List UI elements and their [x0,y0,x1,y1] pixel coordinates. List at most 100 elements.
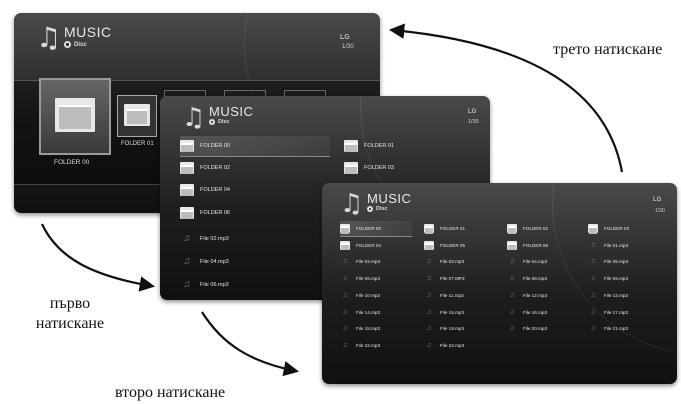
music-file-icon: ♫ [426,308,432,316]
selected-folder-tile[interactable] [39,78,111,155]
file-list-item[interactable]: ♫ File 02.mp3 [340,254,412,269]
folder-list-item[interactable]: FOLDER 03 [344,158,464,178]
page-counter: 1/30 [342,44,354,50]
item-label: FOLDER 06 [523,242,549,248]
file-list-item[interactable]: ♫ File 06.mp3 [180,275,330,295]
folder-list-item[interactable]: FOLDER 00 [340,221,412,237]
folder-icon [180,140,194,153]
item-label: File 01.mp3 [604,242,629,248]
folder-list-item[interactable]: FOLDER 04 [340,238,412,253]
file-list-item[interactable]: ♫ File 17.mp3 [588,305,660,320]
music-file-icon: ♫ [509,308,515,316]
screen-title: MUSIC [367,191,412,206]
file-list-item[interactable]: ♫ File 14.mp3 [340,305,412,320]
folder-icon [124,104,150,126]
item-label: File 04.mp3 [523,259,548,265]
music-file-icon: ♫ [509,325,515,333]
folder-icon [507,240,517,251]
file-list-item[interactable]: ♫ File 18.mp3 [340,321,412,336]
folder-list-item[interactable]: FOLDER 01 [344,136,464,156]
item-label: FOLDER 04 [356,242,382,248]
file-list-item[interactable]: ♫ File 16.mp3 [507,305,579,320]
folder-icon [340,224,350,234]
source-indicator: Disc [367,206,388,212]
music-file-icon: ♫ [509,258,515,266]
file-list-item[interactable]: ♫ File 22.mp3 [340,338,412,353]
item-label: FOLDER 02 [200,165,230,171]
disc-icon [64,41,71,48]
item-label: File 03.mp3 [440,259,465,265]
music-file-icon: ♫ [426,275,432,283]
screen-title: MUSIC [64,24,112,40]
music-file-icon: ♫ [590,291,596,299]
music-note-icon: ♫ [36,21,62,54]
item-label: File 07.MP3 [440,276,465,282]
folder-list-item[interactable]: FOLDER 04 [180,180,330,200]
disc-icon [367,206,373,212]
file-list-item[interactable]: ♫ File 04.mp3 [507,254,579,269]
item-label: FOLDER 04 [200,187,230,193]
file-list-item[interactable]: ♫ File 15.mp3 [424,305,496,320]
item-label: File 14.mp3 [356,309,381,315]
folder-list-item[interactable]: FOLDER 01 [424,221,496,236]
music-note-icon: ♫ [340,189,364,219]
music-file-icon: ♫ [342,291,348,299]
file-list-item[interactable]: ♫ File 05.mp3 [588,254,660,269]
file-list-item[interactable]: ♫ File 03.mp3 [424,254,496,269]
second-press-caption: второ натискане [115,384,226,401]
folder-list-item[interactable]: FOLDER 03 [588,221,660,236]
item-label: File 11.mp3 [440,292,464,298]
folder-list-item[interactable]: FOLDER 06 [180,203,330,223]
file-list-item[interactable]: ♫ File 09.mp3 [588,271,660,286]
music-file-icon: ♫ [590,241,596,249]
music-file-icon: ♫ [342,341,348,349]
music-file-icon: ♫ [426,291,432,299]
item-label: File 17.mp3 [604,309,629,315]
folder-icon [55,98,95,132]
file-list-item[interactable]: ♫ File 04.mp3 [180,252,330,272]
item-label: File 09.mp3 [604,276,629,282]
file-list-item[interactable]: ♫ File 21.mp3 [588,321,660,336]
source-indicator: Disc [209,119,230,125]
folder-icon [507,224,517,234]
lg-logo: LG [653,197,662,203]
folder-list-item[interactable]: FOLDER 00 [180,136,330,157]
file-list-item[interactable]: ♫ File 20.mp3 [507,321,579,336]
disc-icon [209,119,215,125]
folder-icon [588,224,598,234]
folder-icon [424,240,434,251]
item-label: FOLDER 03 [604,226,630,231]
file-list-item[interactable]: ♫ File 23.mp3 [424,338,496,353]
folder-list-item[interactable]: FOLDER 06 [507,238,579,253]
folder-list-item[interactable]: FOLDER 05 [424,238,496,253]
music-file-icon: ♫ [183,233,191,244]
item-label: File 15.mp3 [440,309,465,315]
music-browser-grid-view: ♫ MUSIC Disc LG 1/30 FOLDER 00 FOLDER 01 F… [322,183,677,384]
item-label: File 06.mp3 [200,282,229,288]
folder-icon [180,162,194,175]
music-file-icon: ♫ [426,325,432,333]
source-label: Disc [218,119,230,125]
folder-list-item[interactable]: FOLDER 02 [180,158,330,178]
item-label: File 19.mp3 [440,326,465,332]
folder-tile[interactable] [117,95,157,137]
file-list-item[interactable]: ♫ File 02.mp3 [180,229,330,249]
file-list-item[interactable]: ♫ File 10.mp3 [340,288,412,303]
file-list-item[interactable]: ♫ File 11.mp3 [424,288,496,303]
file-list-item[interactable]: ♫ File 08.mp3 [507,271,579,286]
file-list-item[interactable]: ♫ File 13.mp3 [588,288,660,303]
file-list-item[interactable]: ♫ File 06.mp3 [340,271,412,286]
music-file-icon: ♫ [183,279,191,290]
source-label: Disc [74,41,87,48]
folder-list-item[interactable]: FOLDER 02 [507,221,579,236]
file-list-item[interactable]: ♫ File 19.mp3 [424,321,496,336]
file-list-item[interactable]: ♫ File 01.mp3 [588,238,660,253]
file-list-item[interactable]: ♫ File 12.mp3 [507,288,579,303]
file-list-item[interactable]: ♫ File 07.MP3 [424,271,496,286]
item-label: File 18.mp3 [356,326,381,332]
item-label: FOLDER 00 [356,226,382,231]
item-label: File 23.mp3 [440,342,465,348]
item-label: File 04.mp3 [200,259,229,265]
folder-icon [424,224,434,234]
item-label: File 02.mp3 [200,236,229,242]
